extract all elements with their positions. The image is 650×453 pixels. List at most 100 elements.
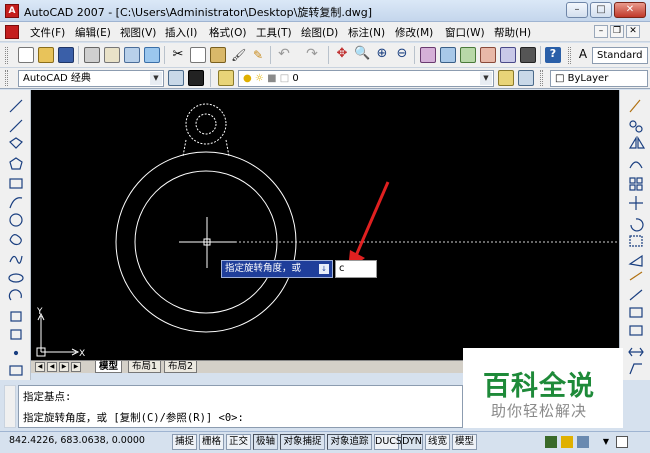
workspace-settings-icon[interactable]: [168, 70, 184, 86]
prev-tab-icon[interactable]: ◀: [47, 362, 57, 372]
communication-center-icon[interactable]: [545, 436, 557, 448]
grid-toggle[interactable]: 栅格: [199, 434, 224, 450]
down-arrow-icon[interactable]: ↓: [319, 264, 329, 274]
doc-minimize-button[interactable]: –: [594, 25, 608, 38]
coordinate-readout[interactable]: 842.4226, 683.0638, 0.0000: [9, 435, 145, 446]
save-icon[interactable]: [58, 47, 74, 63]
make-current-layer-icon[interactable]: [498, 70, 514, 86]
chevron-down-icon[interactable]: ▼: [600, 436, 612, 448]
osnap-toggle[interactable]: 对象捕捉: [280, 434, 325, 450]
properties-icon[interactable]: [420, 47, 436, 63]
3d-dwf-icon[interactable]: [144, 47, 160, 63]
command-window[interactable]: 指定基点: 指定旋转角度，或 [复制(C)/参照(R)] <0>:: [18, 385, 463, 428]
rotate-icon: [630, 218, 644, 232]
drawing-canvas[interactable]: Y X 指定旋转角度，或 ↓ c: [31, 90, 619, 360]
stretch-icon: [628, 254, 643, 267]
tab-model[interactable]: 模型: [95, 361, 123, 373]
snap-toggle[interactable]: 捕捉: [172, 434, 197, 450]
match-properties-icon[interactable]: 🖌: [230, 47, 246, 63]
layer-properties-icon[interactable]: [218, 70, 234, 86]
close-button[interactable]: ✕: [614, 2, 646, 18]
copy-object-icon: [629, 120, 637, 128]
menu-draw[interactable]: 绘图(D): [301, 25, 338, 40]
last-tab-icon[interactable]: ▶: [71, 362, 81, 372]
dynamic-input-tooltip: 指定旋转角度，或 ↓: [221, 260, 333, 278]
erase-icon: [629, 99, 641, 113]
document-icon[interactable]: [5, 25, 19, 39]
copy-icon[interactable]: [190, 47, 206, 63]
menu-window[interactable]: 窗口(W): [445, 25, 485, 40]
tab-layout2[interactable]: 布局2: [164, 361, 198, 373]
make-block-icon: [10, 329, 22, 340]
menu-help[interactable]: 帮助(H): [494, 25, 531, 40]
help-icon[interactable]: ?: [545, 47, 561, 63]
publish-icon[interactable]: [124, 47, 140, 63]
open-folder-icon[interactable]: [38, 47, 54, 63]
maximize-button[interactable]: □: [590, 2, 612, 18]
toolbar-grip[interactable]: [5, 70, 8, 86]
lineweight-toggle[interactable]: 线宽: [425, 434, 450, 450]
tab-layout1[interactable]: 布局1: [128, 361, 162, 373]
first-tab-icon[interactable]: ◀: [35, 362, 45, 372]
design-center-icon[interactable]: [440, 47, 456, 63]
move-icon: [629, 196, 643, 210]
layer-dropdown[interactable]: ● ☼ ■ □ 0 ▼: [238, 70, 494, 87]
cut-icon[interactable]: ✂: [170, 47, 186, 63]
workspace-dropdown[interactable]: AutoCAD 经典 ▼: [18, 70, 164, 87]
zoom-realtime-icon[interactable]: 🔍: [354, 47, 370, 63]
model-toggle[interactable]: 模型: [452, 434, 477, 450]
menu-insert[interactable]: 插入(I): [165, 25, 197, 40]
save-workspace-icon[interactable]: [188, 70, 204, 86]
markup-icon[interactable]: [500, 47, 516, 63]
autocad-app-icon[interactable]: A: [5, 4, 19, 18]
block-editor-icon[interactable]: ✎: [250, 47, 266, 63]
command-prompt-line[interactable]: 指定旋转角度，或 [复制(C)/参照(R)] <0>:: [23, 410, 244, 425]
paste-icon[interactable]: [210, 47, 226, 63]
menu-modify[interactable]: 修改(M): [395, 25, 433, 40]
dyn-toggle[interactable]: DYN: [401, 434, 423, 450]
pan-icon[interactable]: ✥: [334, 47, 350, 63]
zoom-window-icon[interactable]: ⊕: [374, 47, 390, 63]
menu-tools[interactable]: 工具(T): [256, 25, 292, 40]
print-icon[interactable]: [84, 47, 100, 63]
chamfer-icon: [629, 363, 642, 375]
menu-file[interactable]: 文件(F): [30, 25, 65, 40]
status-tray-icon[interactable]: [577, 436, 589, 448]
construction-line-icon: [9, 119, 23, 133]
trim-icon: [629, 271, 643, 281]
menu-format[interactable]: 格式(O): [209, 25, 246, 40]
doc-close-button[interactable]: ✕: [626, 25, 640, 38]
toolbar-grip[interactable]: [540, 70, 543, 86]
otrack-toggle[interactable]: 对象追踪: [327, 434, 372, 450]
layer-previous-icon[interactable]: [518, 70, 534, 86]
plot-preview-icon[interactable]: [104, 47, 120, 63]
sheet-set-icon[interactable]: [480, 47, 496, 63]
text-style-dropdown[interactable]: Standard: [592, 47, 648, 64]
redo-icon[interactable]: ↷: [304, 47, 320, 63]
toolbar-grip[interactable]: [5, 47, 8, 64]
ducs-toggle[interactable]: DUCS: [374, 434, 402, 450]
polar-toggle[interactable]: 极轴: [253, 434, 278, 450]
ellipse-arc-icon: [8, 289, 22, 301]
tool-palettes-icon[interactable]: [460, 47, 476, 63]
sun-icon: ☼: [254, 73, 264, 84]
lock-toolbar-icon[interactable]: [561, 436, 573, 448]
color-control-dropdown[interactable]: □ ByLayer: [550, 70, 648, 87]
next-tab-icon[interactable]: ▶: [59, 362, 69, 372]
menu-dimension[interactable]: 标注(N): [348, 25, 385, 40]
undo-icon[interactable]: ↶: [276, 47, 292, 63]
toolbar-grip[interactable]: [568, 47, 571, 64]
doc-restore-button[interactable]: ❐: [610, 25, 624, 38]
menu-edit[interactable]: 编辑(E): [75, 25, 111, 40]
zoom-previous-icon[interactable]: ⊖: [394, 47, 410, 63]
minimize-button[interactable]: –: [566, 2, 588, 18]
clean-screen-icon[interactable]: [616, 436, 628, 448]
command-window-grip[interactable]: [4, 385, 16, 428]
ortho-toggle[interactable]: 正交: [226, 434, 251, 450]
text-style-icon[interactable]: A: [575, 47, 591, 63]
quickcalc-icon[interactable]: [520, 47, 536, 63]
color-swatch-icon: □: [555, 73, 565, 84]
new-file-icon[interactable]: [18, 47, 34, 63]
menu-view[interactable]: 视图(V): [120, 25, 156, 40]
dynamic-input-field[interactable]: c: [335, 260, 377, 278]
